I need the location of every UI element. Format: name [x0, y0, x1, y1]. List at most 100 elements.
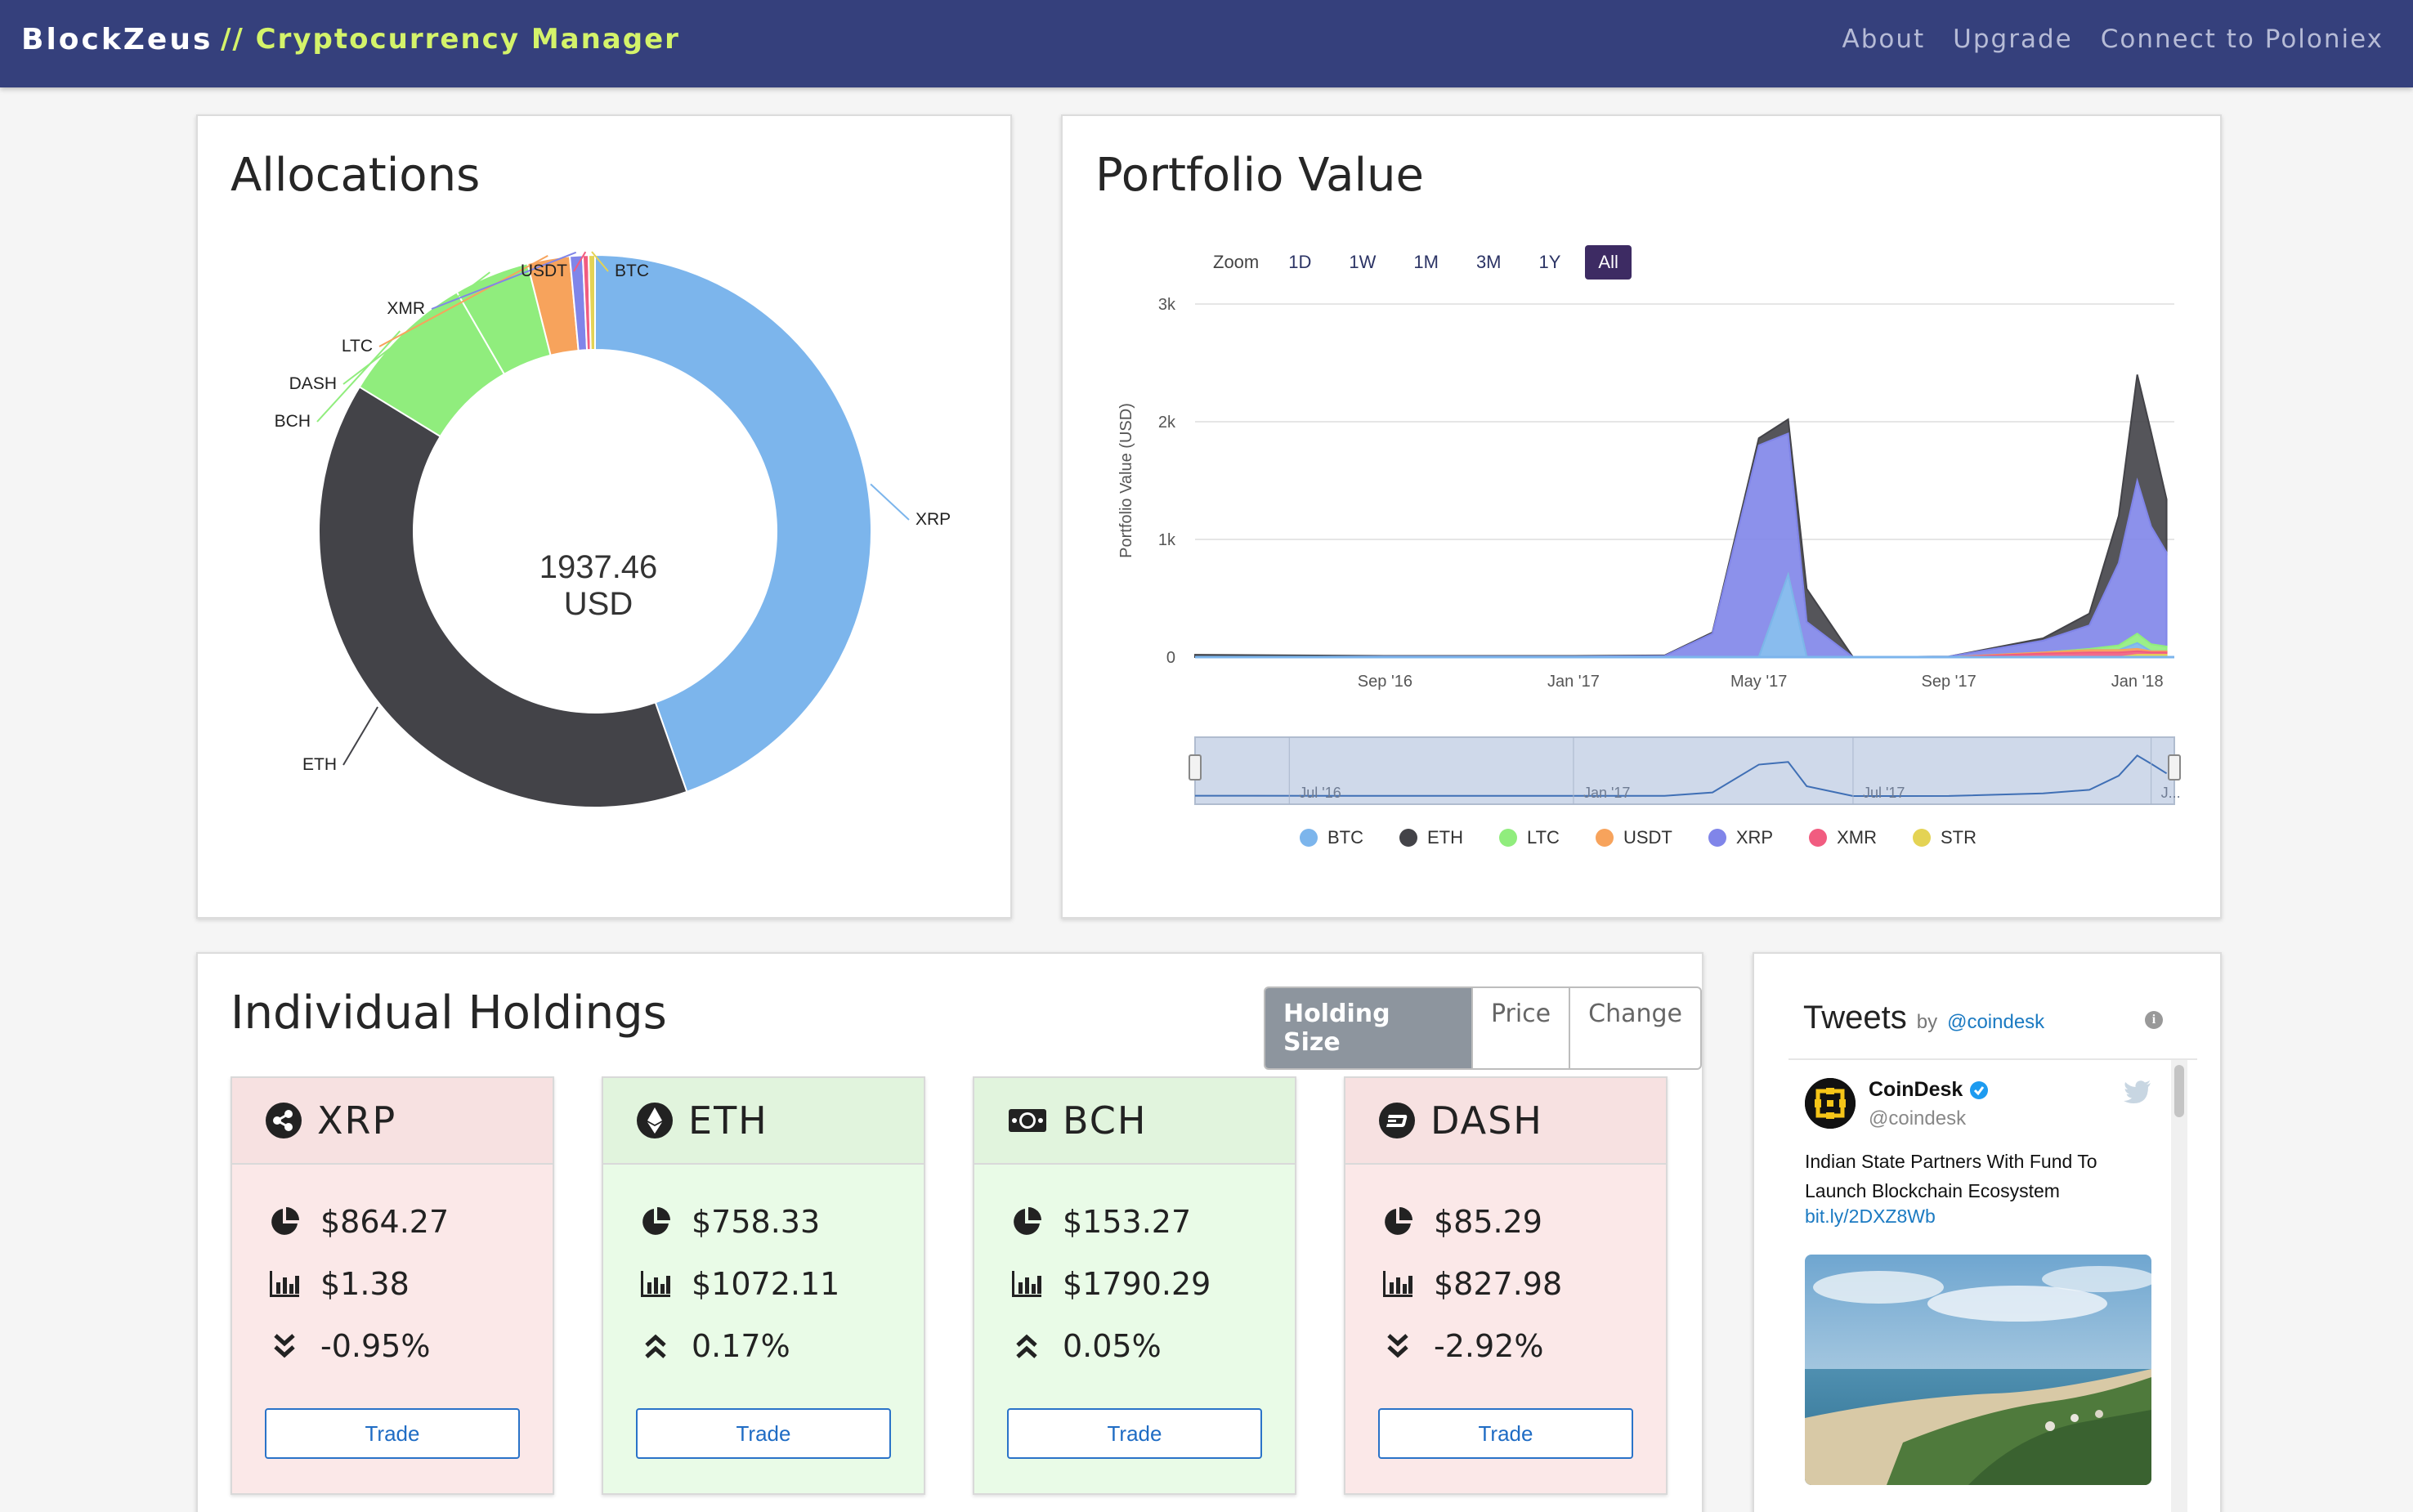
eth-coin-icon	[637, 1103, 673, 1138]
coin-name: ETH	[688, 1098, 768, 1143]
coindesk-logo-icon	[1805, 1078, 1856, 1129]
price-row: $1790.29	[1009, 1266, 1211, 1302]
x-tick-label: Jan '17	[1547, 673, 1600, 691]
legend-item-btc[interactable]: BTC	[1300, 827, 1363, 848]
legend-label: LTC	[1527, 827, 1560, 848]
donut-label-usdt: USDT	[521, 262, 567, 280]
tweet-author-name[interactable]: CoinDesk	[1869, 1078, 1989, 1102]
app-tagline: // Cryptocurrency Manager	[221, 23, 680, 56]
legend-dot-icon	[1499, 829, 1517, 847]
tweet-image[interactable]	[1805, 1255, 2151, 1485]
price-row: $1.38	[266, 1266, 410, 1302]
holding-card-bch: BCH $153.27 $1790.29 0.05% Trade	[973, 1076, 1296, 1495]
donut-connector-eth	[342, 706, 378, 766]
holding-card-header: ETH	[603, 1078, 924, 1165]
coin-name: XRP	[317, 1098, 397, 1143]
trade-button-eth[interactable]: Trade	[636, 1408, 891, 1459]
coindesk-avatar[interactable]	[1805, 1078, 1856, 1129]
allocations-card: Allocations XRP ETH BCH DASH LTC XMR USDT BTC 1…	[196, 114, 1012, 919]
change-row: 0.05%	[1009, 1328, 1162, 1364]
verified-badge-icon	[1970, 1080, 1989, 1099]
tweet-author-label: CoinDesk	[1869, 1078, 1963, 1101]
navigator-label: Jul '16	[1299, 785, 1341, 801]
chart-legend: BTC ETH LTC USDT XRP XMR STR	[1300, 827, 1977, 848]
change-value: 0.05%	[1063, 1328, 1162, 1364]
tweet-link[interactable]: bit.ly/2DXZ8Wb	[1805, 1206, 1936, 1228]
area-series-xrp[interactable]	[1194, 432, 2168, 659]
price-row: $1072.11	[638, 1266, 839, 1302]
donut-center-total: 1937.46 USD	[539, 549, 658, 622]
toggle-holding-size[interactable]: Holding Size	[1265, 988, 1471, 1068]
bar-chart-icon	[1380, 1266, 1416, 1302]
change-row: 0.17%	[638, 1328, 790, 1364]
price-value: $827.98	[1434, 1266, 1563, 1302]
double-chevron-up-icon	[1009, 1328, 1045, 1364]
nav-upgrade-link[interactable]: Upgrade	[1953, 25, 2073, 54]
legend-item-usdt[interactable]: USDT	[1595, 827, 1672, 848]
tweets-divider	[1788, 1058, 2197, 1060]
y-tick-label: 0	[1166, 649, 1175, 667]
y-tick-label: 1k	[1158, 531, 1176, 549]
double-chevron-up-icon	[638, 1328, 674, 1364]
tweet-author-handle[interactable]: @coindesk	[1869, 1107, 1966, 1130]
portfolio-value-card: Portfolio Value Zoom 1D 1W 1M 3M 1Y All …	[1061, 114, 2222, 919]
tweets-scrollbar[interactable]	[2171, 1060, 2187, 1512]
info-icon[interactable]: i	[2145, 1011, 2163, 1029]
coin-name: BCH	[1063, 1098, 1148, 1143]
nav-connect-poloniex-link[interactable]: Connect to Poloniex	[2101, 25, 2384, 54]
tweets-by-label: by	[1916, 1011, 1938, 1033]
tweets-widget: Tweets by @coindesk i CoinDesk @coindesk…	[1753, 952, 2222, 1512]
legend-item-xmr[interactable]: XMR	[1809, 827, 1877, 848]
x-tick-label: Sep '17	[1922, 673, 1977, 691]
change-row: -0.95%	[266, 1328, 430, 1364]
trade-button-dash[interactable]: Trade	[1378, 1408, 1633, 1459]
holdings-title: Individual Holdings	[231, 986, 667, 1040]
dash-coin-icon	[1379, 1103, 1415, 1138]
pie-chart-icon	[638, 1204, 674, 1240]
tweets-by-handle-link[interactable]: @coindesk	[1947, 1011, 2044, 1034]
y-tick-label: 3k	[1158, 296, 1176, 314]
toggle-price[interactable]: Price	[1471, 988, 1569, 1068]
donut-label-bch: BCH	[275, 412, 311, 431]
change-row: -2.92%	[1380, 1328, 1543, 1364]
x-tick-label: Jan '18	[2111, 673, 2164, 691]
pie-chart-icon	[266, 1204, 302, 1240]
area-series-eth[interactable]	[1194, 374, 2168, 659]
holding-card-dash: DASH $85.29 $827.98 -2.92% Trade	[1344, 1076, 1668, 1495]
tweets-scroll-thumb[interactable]	[2174, 1065, 2184, 1117]
navigator-label: J...	[2161, 785, 2181, 801]
legend-label: BTC	[1327, 827, 1363, 848]
holding-card-header: DASH	[1345, 1078, 1666, 1165]
tweets-header: Tweets by @coindesk	[1803, 1000, 2044, 1036]
legend-item-xrp[interactable]: XRP	[1708, 827, 1773, 848]
holding-card-eth: ETH $758.33 $1072.11 0.17% Trade	[602, 1076, 925, 1495]
legend-item-ltc[interactable]: LTC	[1499, 827, 1560, 848]
legend-item-eth[interactable]: ETH	[1399, 827, 1463, 848]
double-chevron-down-icon	[1380, 1328, 1416, 1364]
donut-label-eth: ETH	[302, 755, 337, 774]
price-value: $1072.11	[692, 1266, 840, 1302]
brand-logo[interactable]: BlockZeus	[21, 23, 213, 56]
xrp-coin-icon	[266, 1103, 302, 1138]
legend-dot-icon	[1595, 829, 1614, 847]
navigator-right-handle[interactable]	[2168, 754, 2181, 781]
navigator-left-handle[interactable]	[1189, 754, 1202, 781]
legend-item-str[interactable]: STR	[1912, 827, 1977, 848]
price-value: $1790.29	[1063, 1266, 1211, 1302]
legend-label: XMR	[1837, 827, 1877, 848]
twitter-bird-icon[interactable]	[2124, 1080, 2151, 1104]
trade-button-xrp[interactable]: Trade	[265, 1408, 520, 1459]
donut-label-dash: DASH	[289, 374, 337, 393]
legend-label: ETH	[1427, 827, 1463, 848]
donut-label-xmr: XMR	[387, 299, 425, 318]
trade-button-bch[interactable]: Trade	[1007, 1408, 1262, 1459]
donut-label-btc: BTC	[615, 262, 649, 280]
nav-links: About Upgrade Connect to Poloniex	[1842, 25, 2384, 54]
legend-dot-icon	[1809, 829, 1828, 847]
bar-chart-icon	[1009, 1266, 1045, 1302]
pie-chart-icon	[1009, 1204, 1045, 1240]
toggle-change[interactable]: Change	[1569, 988, 1700, 1068]
legend-label: XRP	[1735, 827, 1774, 848]
bar-chart-icon	[266, 1266, 302, 1302]
nav-about-link[interactable]: About	[1842, 25, 1926, 54]
